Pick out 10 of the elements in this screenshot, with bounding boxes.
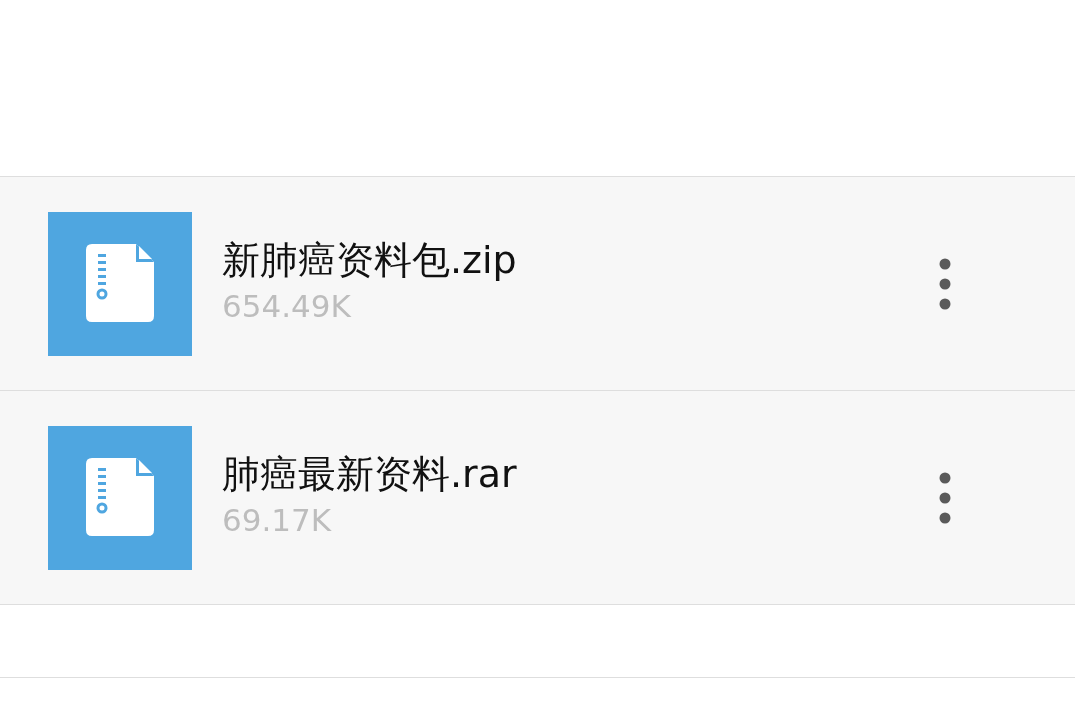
file-row[interactable]: 肺癌最新资料.rar 69.17K	[0, 391, 1075, 605]
archive-file-icon	[48, 211, 192, 356]
file-size: 654.49K	[222, 286, 352, 326]
file-size: 69.17K	[222, 500, 333, 540]
file-name: 肺癌最新资料.rar	[222, 450, 518, 498]
file-row[interactable]: 新肺癌资料包.zip 654.49K	[0, 177, 1075, 391]
more-options-icon[interactable]	[939, 471, 951, 524]
file-name: 新肺癌资料包.zip	[222, 236, 518, 284]
more-options-icon[interactable]	[939, 257, 951, 310]
archive-file-icon	[48, 425, 192, 570]
